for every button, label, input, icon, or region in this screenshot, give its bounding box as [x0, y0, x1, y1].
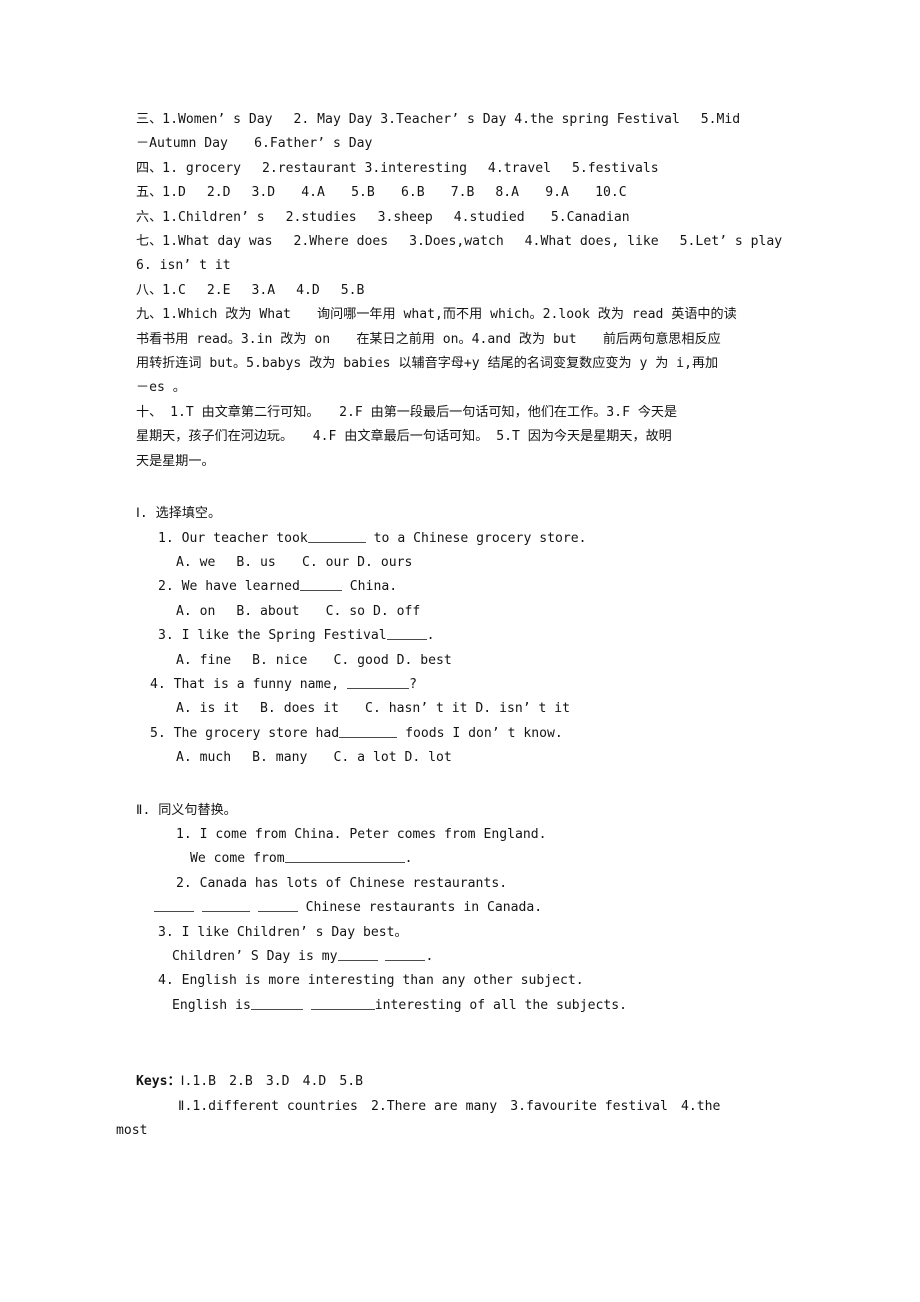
answer-line-7a: 七、1.What day was 2.Where does 3.Does,wat…	[136, 234, 783, 250]
rewrite-4-blank-1[interactable]	[250, 996, 303, 1010]
rewrite-2-suffix: Chinese restaurants in Canada.	[297, 900, 543, 916]
answer-line-6: 六、1.Children’ s 2.studies 3.sheep 4.stud…	[136, 209, 630, 225]
question-3-stem-before: 3. I like the Spring Festival	[158, 628, 387, 644]
keys-line-2: Ⅱ.1.different countries 2.There are many…	[178, 1098, 721, 1114]
question-5-stem-after: foods I don’ t know.	[397, 725, 563, 741]
section-gap-1	[136, 474, 826, 502]
question-2-blank[interactable]	[299, 578, 342, 592]
rewrite-4-prefix: English is	[172, 997, 251, 1013]
rewrite-4-blank-2[interactable]	[310, 996, 375, 1010]
keys-block: Keys：Ⅰ.1.B 2.B 3.D 4.D 5.B Ⅱ.1.different…	[116, 1070, 826, 1143]
document-page: 三、1.Women’ s Day 2. May Day 3.Teacher’ s…	[0, 0, 920, 1302]
keys-section-one: Ⅰ.1.B 2.B 3.D 4.D 5.B	[180, 1074, 364, 1090]
question-5-blank[interactable]	[339, 724, 398, 738]
rewrite-3-prefix: Children’ S Day is my	[172, 949, 338, 964]
keys-line-3: most	[116, 1123, 148, 1139]
question-1: 1. Our teacher took to a Chinese grocery…	[136, 527, 826, 551]
answer-line-3a: 三、1.Women’ s Day 2. May Day 3.Teacher’ s…	[136, 112, 741, 127]
rewrite-1-suffix: .	[404, 851, 413, 867]
rewrite-3-blank-1[interactable]	[337, 948, 378, 961]
section-two: Ⅱ. 同义句替换。 1. I come from China. Peter co…	[136, 799, 826, 1019]
question-1-options[interactable]: A. we B. us C. our D. ours	[136, 551, 826, 575]
keys-label: Keys：	[136, 1074, 181, 1090]
question-3-stem-after: .	[426, 628, 435, 644]
document-content: 三、1.Women’ s Day 2. May Day 3.Teacher’ s…	[116, 108, 826, 1143]
rewrite-4-suffix: interesting of all the subjects.	[374, 997, 627, 1013]
rewrite-2-answer: Chinese restaurants in Canada.	[136, 896, 826, 920]
section-gap-3	[136, 1018, 826, 1070]
answer-line-9d: －es 。	[136, 380, 186, 396]
answer-line-8: 八、1.C 2.E 3.A 4.D 5.B	[136, 282, 365, 298]
answer-line-9a: 九、1.Which 改为 What 询问哪一年用 what,而不用 which。…	[136, 307, 737, 323]
answer-line-10c: 天是星期一。	[136, 453, 215, 469]
rewrite-4-answer: English is interesting of all the subjec…	[136, 994, 826, 1018]
question-5-stem-before: 5. The grocery store had	[150, 725, 340, 741]
question-2-stem-before: 2. We have learned	[158, 579, 300, 595]
question-1-blank[interactable]	[307, 529, 366, 543]
answer-line-3b: －Autumn Day 6.Father’ s Day	[136, 136, 373, 152]
section-two-heading: Ⅱ. 同义句替换。	[136, 802, 237, 818]
answer-line-4: 四、1. grocery 2.restaurant 3.interesting …	[136, 160, 659, 176]
answer-key-block: 三、1.Women’ s Day 2. May Day 3.Teacher’ s…	[136, 108, 826, 474]
rewrite-3-answer: Children’ S Day is my .	[136, 945, 826, 969]
question-5-options[interactable]: A. much B. many C. a lot D. lot	[136, 746, 826, 770]
question-2-options[interactable]: A. on B. about C. so D. off	[136, 600, 826, 624]
rewrite-2-blank-3[interactable]	[257, 899, 298, 913]
rewrite-1-prefix: We come from	[190, 851, 285, 867]
question-4-blank[interactable]	[347, 676, 410, 689]
rewrite-3-source: 3. I like Children’ s Day best。	[158, 924, 408, 940]
answer-line-7b: 6. isn’ t it	[136, 258, 231, 274]
rewrite-2-blank-2[interactable]	[201, 899, 250, 913]
question-3: 3. I like the Spring Festival.	[136, 624, 826, 648]
rewrite-1-blank[interactable]	[284, 850, 405, 864]
answer-line-9b: 书看书用 read。3.in 改为 on 在某日之前用 on。4.and 改为 …	[136, 331, 721, 347]
rewrite-1-source: 1. I come from China. Peter comes from E…	[176, 826, 547, 842]
rewrite-2-blank-1[interactable]	[154, 899, 194, 913]
rewrite-2-source: 2. Canada has lots of Chinese restaurant…	[176, 875, 508, 891]
question-2-stem-after: China.	[341, 579, 398, 595]
question-3-options[interactable]: A. fine B. nice C. good D. best	[136, 649, 826, 673]
section-one-heading: Ⅰ. 选择填空。	[136, 506, 222, 522]
question-4-options[interactable]: A. is it B. does it C. hasn’ t it D. isn…	[136, 697, 826, 721]
question-1-stem-before: 1. Our teacher took	[158, 530, 308, 546]
rewrite-3-suffix: .	[425, 949, 434, 964]
rewrite-4-source: 4. English is more interesting than any …	[158, 973, 584, 989]
rewrite-1-answer: We come from.	[136, 847, 826, 871]
answer-line-5: 五、1.D 2.D 3.D 4.A 5.B 6.B 7.B 8.A 9.A 10…	[136, 185, 627, 201]
question-1-stem-after: to a Chinese grocery store.	[365, 530, 587, 546]
question-4-stem-after: ?	[409, 676, 417, 692]
section-one: Ⅰ. 选择填空。 1. Our teacher took to a Chines…	[136, 502, 826, 770]
question-5: 5. The grocery store had foods I don’ t …	[136, 722, 826, 746]
question-2: 2. We have learned China.	[136, 575, 826, 599]
rewrite-3-blank-2[interactable]	[385, 948, 426, 961]
answer-line-9c: 用转折连词 but。5.babys 改为 babies 以辅音字母+y 结尾的名…	[136, 356, 719, 372]
question-4: 4. That is a funny name, ?	[136, 673, 826, 697]
section-gap-2	[136, 771, 826, 799]
answer-line-10b: 星期天，孩子们在河边玩。 4.F 由文章最后一句话可知。 5.T 因为今天是星期…	[136, 429, 672, 445]
answer-line-10a: 十、 1.T 由文章第二行可知。 2.F 由第一段最后一句话可知，他们在工作。3…	[136, 404, 678, 420]
question-4-stem-before: 4. That is a funny name,	[150, 676, 348, 692]
question-3-blank[interactable]	[386, 627, 427, 641]
keys-line-1: Keys：Ⅰ.1.B 2.B 3.D 4.D 5.B	[136, 1070, 826, 1094]
